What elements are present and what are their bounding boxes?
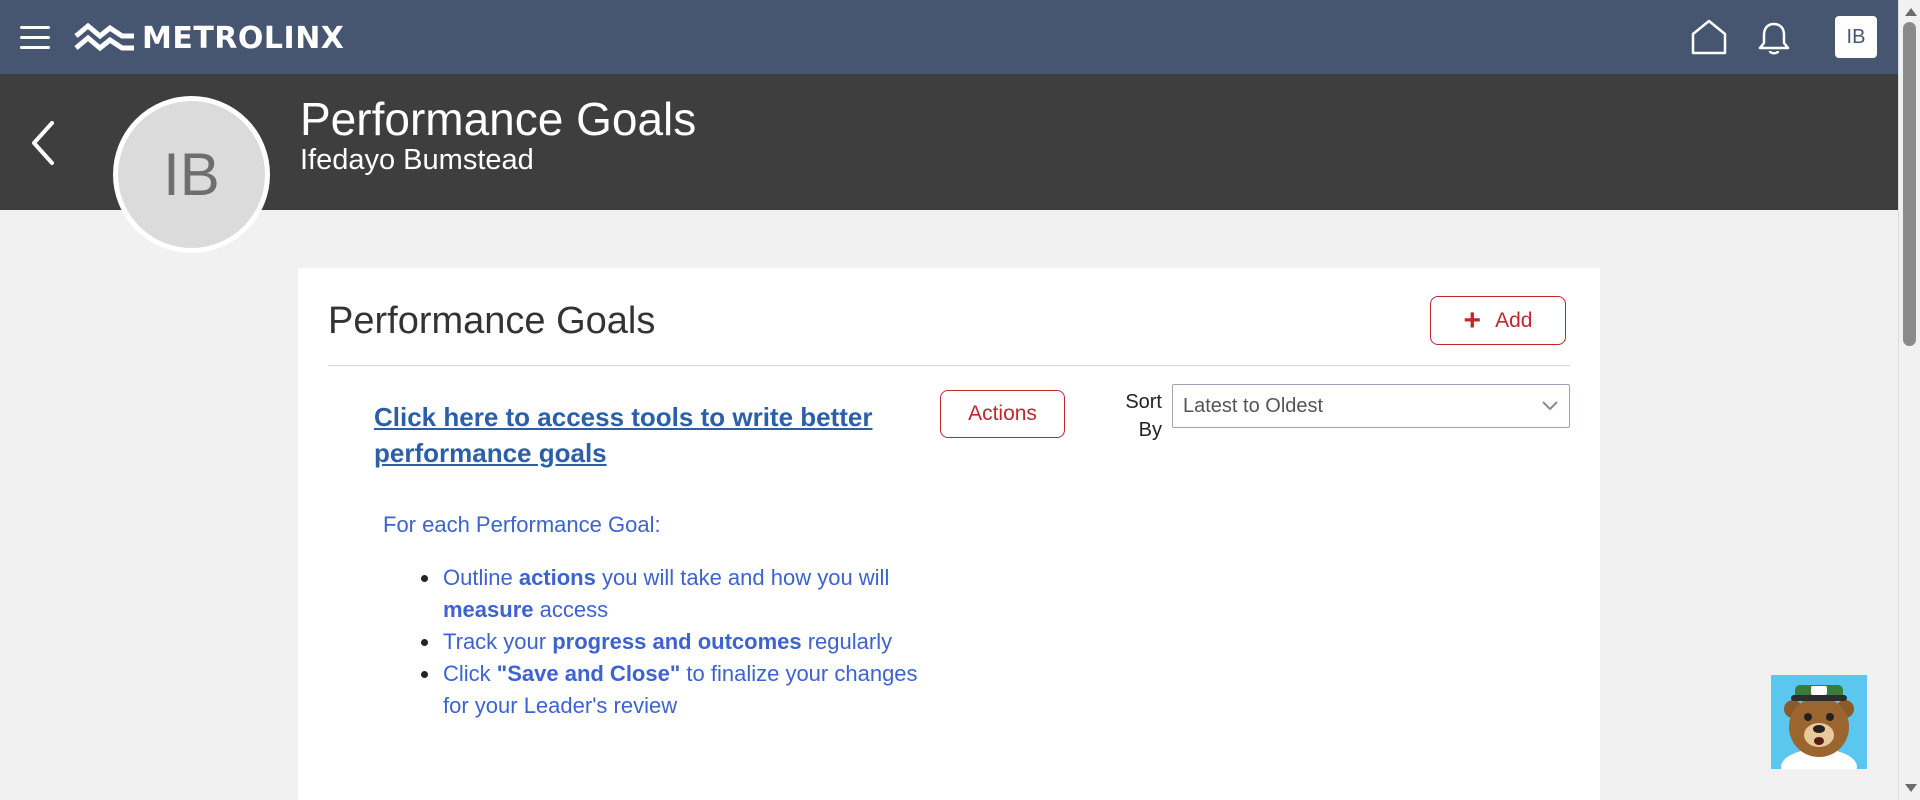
sort-by-value: Latest to Oldest xyxy=(1183,394,1324,417)
list-item: Click "Save and Close" to finalize your … xyxy=(418,658,918,722)
scrollbar-thumb[interactable] xyxy=(1903,22,1916,346)
chevron-down-icon xyxy=(1542,401,1558,411)
scroll-down-arrow-icon[interactable] xyxy=(1905,784,1917,792)
page-title: Performance Goals xyxy=(300,93,697,145)
performance-goals-card: Performance Goals + Add Click here to ac… xyxy=(298,268,1600,800)
chat-assistant-bear-icon[interactable] xyxy=(1771,675,1867,769)
actions-button[interactable]: Actions xyxy=(940,390,1065,438)
metrolinx-logo[interactable]: METROLINX xyxy=(74,18,344,58)
list-item: Outline actions you will take and how yo… xyxy=(418,562,918,626)
notification-bell-icon[interactable] xyxy=(1757,20,1791,56)
top-navigation-bar: METROLINX IB xyxy=(0,0,1898,74)
sort-by-label: Sort By xyxy=(1125,391,1162,441)
add-button[interactable]: + Add xyxy=(1430,296,1566,345)
add-button-label: Add xyxy=(1495,308,1533,332)
goal-tools-link[interactable]: Click here to access tools to write bett… xyxy=(374,399,914,471)
card-title: Performance Goals xyxy=(328,300,656,342)
page-header: Performance Goals Ifedayo Bumstead xyxy=(0,74,1898,210)
instructions-list: Outline actions you will take and how yo… xyxy=(418,562,918,722)
avatar: IB xyxy=(113,96,270,253)
user-menu-button[interactable]: IB xyxy=(1835,16,1877,58)
home-icon[interactable] xyxy=(1689,18,1729,56)
brand-name: METROLINX xyxy=(142,20,345,56)
vertical-scrollbar[interactable] xyxy=(1898,0,1920,800)
logo-wave-icon xyxy=(74,22,134,52)
employee-name: Ifedayo Bumstead xyxy=(300,144,534,176)
instructions-heading: For each Performance Goal: xyxy=(383,512,661,537)
divider xyxy=(328,365,1570,366)
sort-by-select[interactable]: Latest to Oldest xyxy=(1172,384,1570,428)
scroll-up-arrow-icon[interactable] xyxy=(1905,8,1917,16)
back-arrow-icon[interactable] xyxy=(28,118,58,168)
list-item: Track your progress and outcomes regular… xyxy=(418,626,918,658)
plus-icon: + xyxy=(1463,303,1482,337)
hamburger-menu-icon[interactable] xyxy=(20,26,50,49)
